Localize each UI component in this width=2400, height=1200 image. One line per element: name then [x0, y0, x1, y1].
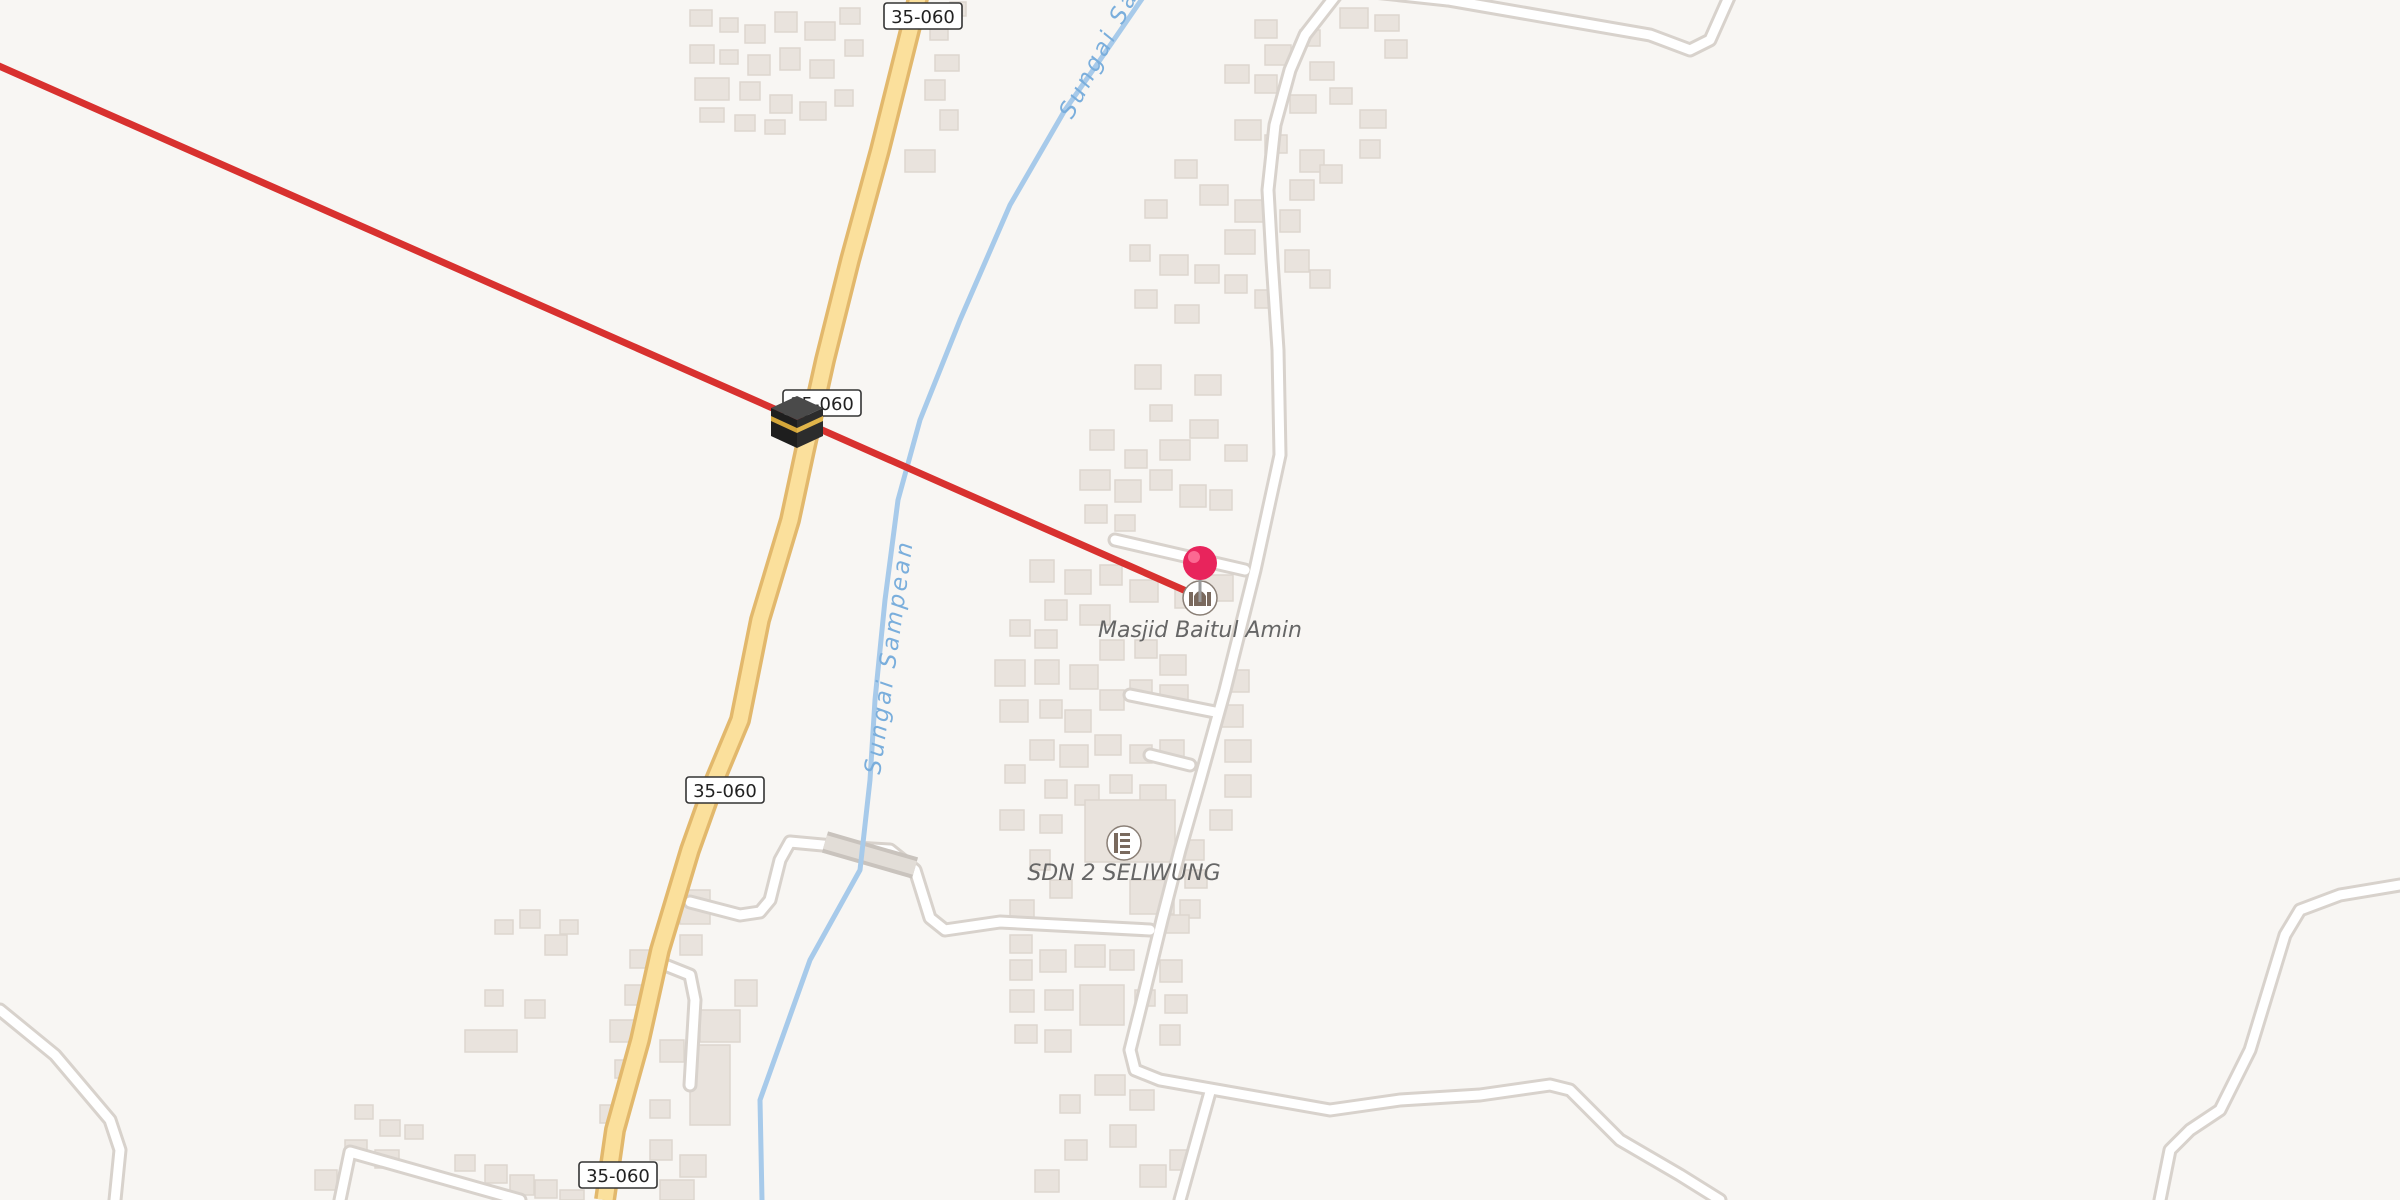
svg-text:35-060: 35-060	[693, 781, 757, 802]
route-shield: 35-060	[883, 2, 963, 30]
poi-label-masjid: Masjid Baitul Amin	[1098, 618, 1302, 643]
poi-label-school: SDN 2 SELIWUNG	[1027, 861, 1220, 886]
river-label-south: Sungai Sampean	[860, 538, 919, 776]
svg-text:35-060: 35-060	[891, 7, 955, 28]
school-poi[interactable]	[1106, 825, 1142, 861]
river-label-north: Sungai Sampean	[1054, 0, 1188, 123]
qibla-direction-line	[0, 62, 1206, 602]
route-shield: 35-060	[685, 776, 765, 804]
highway-35-060	[594, 0, 929, 1200]
map-canvas[interactable]: Sungai Sampean Sungai Sampean 35-060 35-…	[0, 0, 2400, 1200]
route-shield: 35-060	[578, 1161, 658, 1189]
svg-text:35-060: 35-060	[586, 1166, 650, 1187]
